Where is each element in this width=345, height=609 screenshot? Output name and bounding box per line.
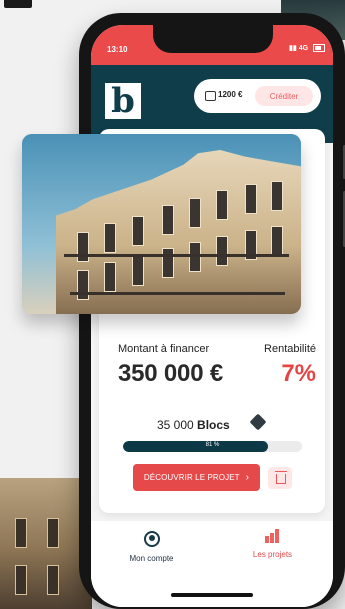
nav-my-account[interactable]: Mon compte — [91, 521, 212, 579]
projects-icon-bar — [270, 533, 274, 543]
funding-progress-text: 81 % — [205, 442, 220, 448]
property-photo[interactable] — [22, 134, 301, 314]
blocks-label: Blocs — [197, 418, 230, 432]
trash-icon — [275, 471, 287, 484]
blocks-available: 35 000 Blocs — [157, 418, 230, 432]
balance-value: 1200 € — [218, 90, 243, 99]
background-window — [15, 518, 27, 548]
nav-my-account-label: Mon compte — [129, 554, 174, 563]
building-window — [189, 242, 201, 272]
building-window — [162, 248, 174, 278]
building-window — [271, 181, 283, 211]
phone-screen: 13:10 ▮▮ 4G b 1200 € Créditer Mon compte — [91, 25, 333, 607]
yield-label: Rentabilité — [264, 343, 316, 355]
background-window — [15, 565, 27, 595]
home-indicator — [171, 593, 253, 597]
status-bar: 13:10 ▮▮ 4G — [91, 25, 333, 65]
financing-amount: 350 000 € — [118, 360, 223, 387]
projects-icon-bar — [265, 536, 269, 543]
blocks-count: 35 000 — [157, 418, 194, 432]
financing-label: Montant à financer — [118, 343, 210, 355]
building-window — [216, 236, 228, 266]
background-fragment — [4, 0, 32, 8]
nav-projects[interactable]: Les projets — [212, 521, 333, 579]
building-window — [162, 205, 174, 235]
building-window — [216, 190, 228, 220]
building-window — [189, 198, 201, 228]
chevron-right-icon: › — [245, 471, 250, 483]
discover-project-label: DÉCOUVRIR LE PROJET — [143, 473, 240, 482]
building-window — [77, 232, 89, 262]
property-values: 350 000 € 7% — [118, 360, 316, 392]
funding-progress-bar: 81 % — [123, 441, 302, 452]
yield-value: 7% — [281, 360, 316, 387]
credit-button[interactable]: Créditer — [255, 86, 313, 106]
network-label: 4G — [298, 45, 309, 52]
brand-logo[interactable]: b — [105, 81, 141, 121]
signal-icon: ▮▮ — [289, 45, 297, 52]
battery-icon — [313, 44, 325, 53]
projects-icon-bar — [275, 529, 279, 543]
wallet-icon — [205, 91, 216, 101]
building-window — [271, 226, 283, 256]
building-window — [132, 256, 144, 286]
status-icons: ▮▮ 4G — [289, 44, 325, 53]
building-balcony — [70, 292, 285, 295]
building-window — [77, 270, 89, 300]
building-window — [104, 262, 116, 292]
balance-pill: 1200 € Créditer — [194, 79, 321, 113]
building-window — [104, 223, 116, 253]
phone-notch — [153, 25, 273, 53]
discover-project-button[interactable]: DÉCOUVRIR LE PROJET › — [133, 464, 260, 491]
background-window — [47, 565, 59, 595]
background-window — [47, 518, 59, 548]
nav-projects-label: Les projets — [252, 550, 293, 559]
status-time: 13:10 — [107, 45, 128, 54]
delete-button[interactable] — [268, 467, 292, 489]
building-balcony — [64, 254, 289, 257]
building-window — [132, 216, 144, 246]
projects-icon — [265, 529, 280, 543]
building-window — [245, 184, 257, 214]
account-icon — [143, 531, 160, 547]
